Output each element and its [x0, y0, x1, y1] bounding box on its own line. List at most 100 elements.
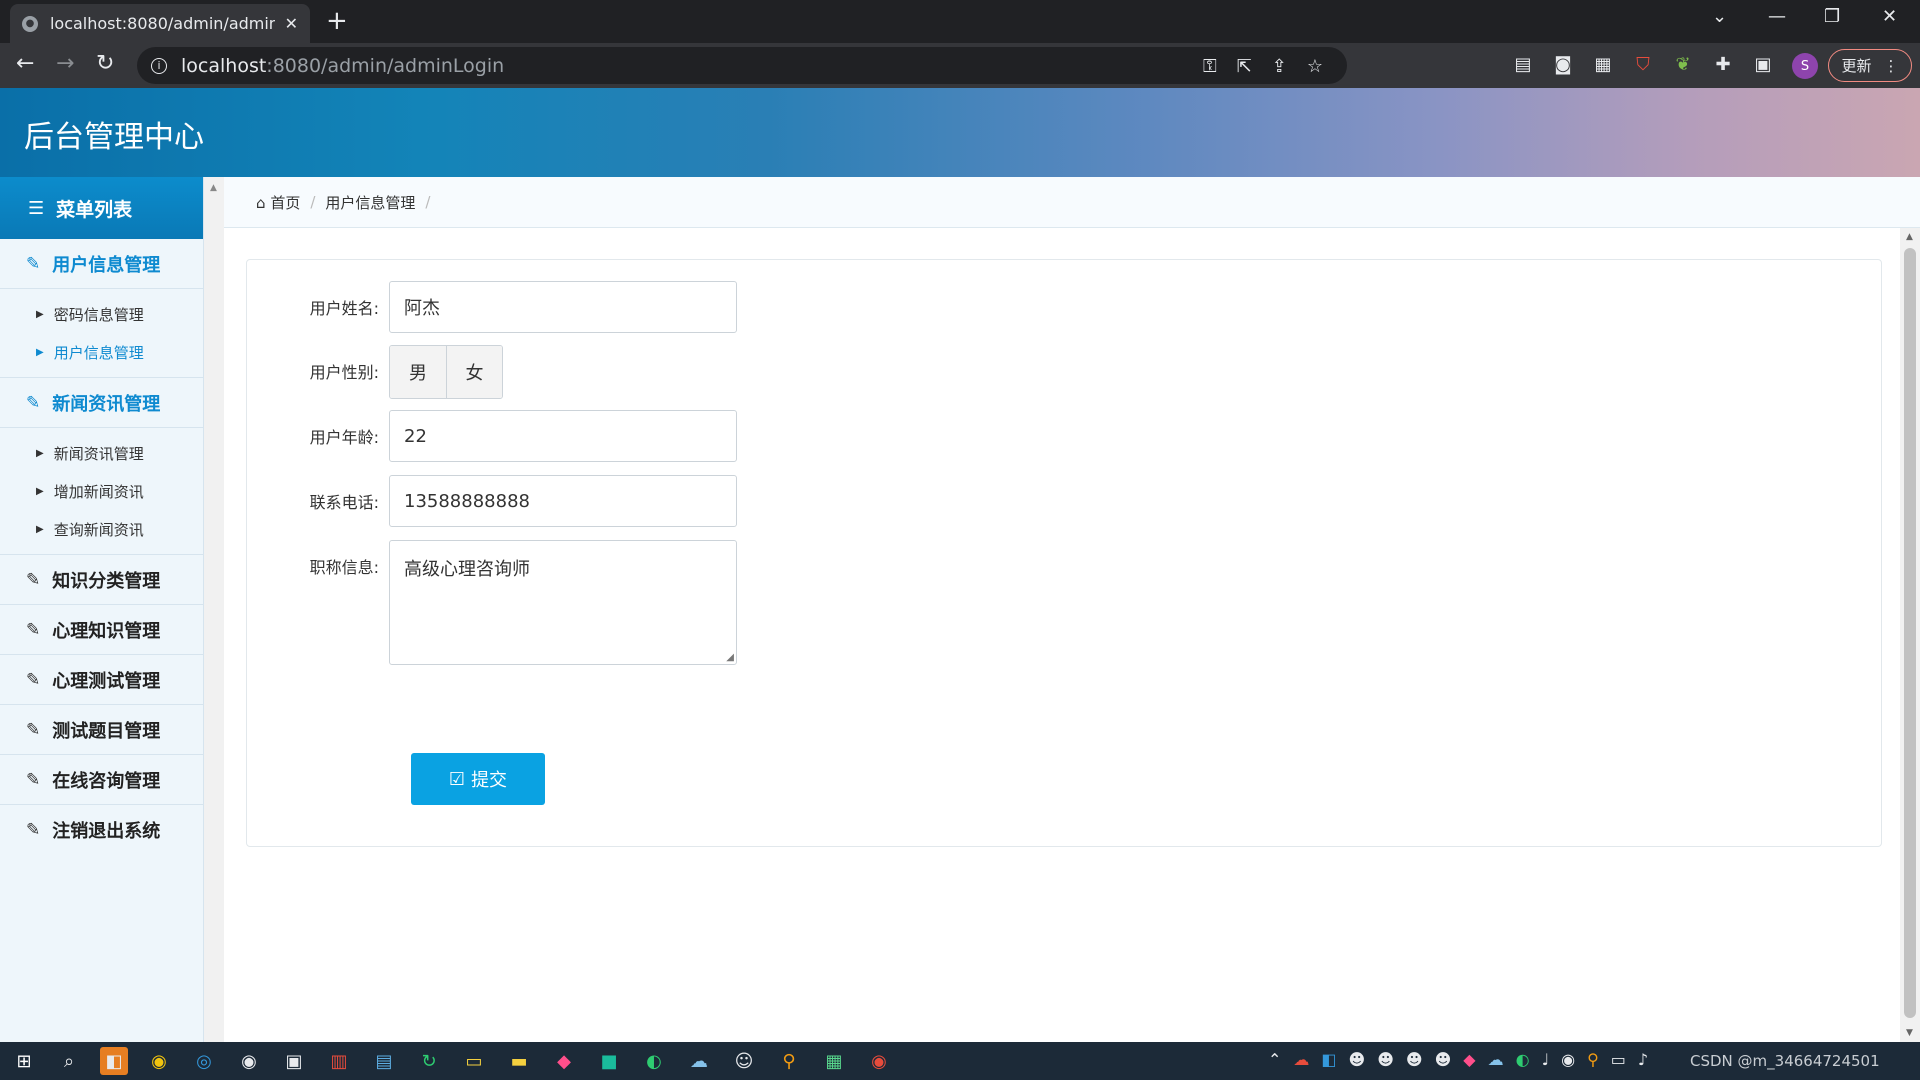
tray-app-icon[interactable]: ◧: [1321, 1050, 1336, 1069]
scroll-down-arrow-icon[interactable]: ▼: [1906, 1028, 1913, 1038]
scroll-up-arrow-icon[interactable]: ▲: [1906, 232, 1913, 242]
open-external-icon[interactable]: ⇱: [1237, 56, 1252, 77]
sidebar-group-title[interactable]: ✎ 心理知识管理: [0, 605, 203, 654]
app-cloud-icon[interactable]: ☁: [685, 1047, 713, 1075]
sidebar-group-title[interactable]: ✎ 在线咨询管理: [0, 755, 203, 804]
wechat-icon[interactable]: ◐: [640, 1047, 668, 1075]
tray-wechat-icon[interactable]: ◐: [1516, 1050, 1530, 1069]
extension-chat-icon[interactable]: ▤: [1512, 53, 1534, 75]
sidebar-item-news-query[interactable]: ▶ 查询新闻资讯: [0, 510, 203, 548]
resize-grip-icon[interactable]: ◢: [726, 652, 734, 663]
form-row-phone: 联系电话: 13588888888: [247, 475, 737, 527]
sidebar-group-title[interactable]: ✎ 注销退出系统: [0, 805, 203, 854]
image-app-icon[interactable]: ▦: [820, 1047, 848, 1075]
avatar-icon[interactable]: ☺: [730, 1047, 758, 1075]
gender-female-button[interactable]: 女: [446, 346, 502, 398]
sidebar-item-user-info[interactable]: ▶ 用户信息管理: [0, 333, 203, 371]
extension-camera-icon[interactable]: ◙: [1552, 53, 1574, 75]
profile-avatar[interactable]: S: [1792, 53, 1818, 79]
tab-search-icon[interactable]: ⌄: [1712, 6, 1727, 27]
sidebar-group-title[interactable]: ✎ 心理测试管理: [0, 655, 203, 704]
extension-image-icon[interactable]: ▦: [1592, 53, 1614, 75]
age-input[interactable]: 22: [389, 410, 737, 462]
sidebar-group-online-consult: ✎ 在线咨询管理: [0, 755, 203, 805]
tray-qq-icon[interactable]: ☻: [1349, 1050, 1366, 1069]
app-pink-icon[interactable]: ◆: [550, 1047, 578, 1075]
app-red-icon[interactable]: ▥: [325, 1047, 353, 1075]
sidebar-group-title[interactable]: ✎ 测试题目管理: [0, 705, 203, 754]
more-menu-icon[interactable]: ⋮: [1884, 57, 1899, 75]
breadcrumb-home[interactable]: ⌂ 首页: [256, 192, 300, 213]
name-label: 用户姓名:: [309, 299, 379, 318]
tray-search-icon[interactable]: ⚲: [1587, 1050, 1599, 1069]
back-icon[interactable]: ←: [16, 51, 34, 76]
new-tab-button[interactable]: +: [326, 8, 348, 34]
gender-male-button[interactable]: 男: [390, 346, 446, 398]
browser-icon[interactable]: ◎: [190, 1047, 218, 1075]
sidebar-item-password[interactable]: ▶ 密码信息管理: [0, 295, 203, 333]
search-tool-icon[interactable]: ⚲: [775, 1047, 803, 1075]
close-tab-icon[interactable]: ✕: [285, 14, 298, 33]
sidebar-item-news-add[interactable]: ▶ 增加新闻资讯: [0, 472, 203, 510]
main-scrollbar[interactable]: ▲ ▼: [1900, 228, 1920, 1042]
site-info-icon[interactable]: i: [151, 57, 167, 74]
tray-expand-icon[interactable]: ⌃: [1268, 1050, 1281, 1069]
chrome-icon[interactable]: ◉: [145, 1047, 173, 1075]
app-blue-icon[interactable]: ▤: [370, 1047, 398, 1075]
browser-tab[interactable]: ● localhost:8080/admin/adminL ✕: [10, 4, 310, 43]
sidebar-scrollbar[interactable]: ▲: [204, 177, 224, 1042]
restore-icon[interactable]: ❐: [1824, 6, 1840, 27]
share-icon[interactable]: ⇪: [1272, 56, 1287, 77]
update-button[interactable]: 更新 ⋮: [1828, 49, 1912, 82]
job-title-textarea[interactable]: 高级心理咨询师 ◢: [389, 540, 737, 665]
record-icon[interactable]: ◉: [235, 1047, 263, 1075]
sidebar-group-title[interactable]: ✎ 新闻资讯管理: [0, 378, 203, 427]
app-teal-icon[interactable]: ■: [595, 1047, 623, 1075]
address-bar[interactable]: i localhost:8080/admin/adminLogin ⚿ ⇱ ⇪ …: [137, 47, 1347, 84]
sidebar-group-label: 在线咨询管理: [52, 770, 161, 792]
form-row-gender: 用户性别: 男 女: [247, 345, 503, 399]
scrollbar-thumb[interactable]: [1904, 248, 1916, 1018]
recorder-icon[interactable]: ◉: [865, 1047, 893, 1075]
sidebar-group-title[interactable]: ✎ 知识分类管理: [0, 555, 203, 604]
tray-pink-icon[interactable]: ◆: [1463, 1050, 1475, 1069]
refresh-app-icon[interactable]: ↻: [415, 1047, 443, 1075]
list-icon: ☰: [28, 197, 45, 219]
submit-button[interactable]: ☑ 提交: [411, 753, 545, 805]
app-icon[interactable]: ◧: [100, 1047, 128, 1075]
app-header: 后台管理中心: [0, 88, 1920, 177]
sidebar-group-title[interactable]: ✎ 用户信息管理: [0, 239, 203, 288]
minimize-icon[interactable]: —: [1768, 6, 1786, 27]
volume-icon[interactable]: ♪: [1638, 1050, 1648, 1069]
extensions-puzzle-icon[interactable]: ✚: [1712, 53, 1734, 75]
extension-shield-icon[interactable]: ⛉: [1632, 53, 1654, 75]
search-icon[interactable]: ⌕: [55, 1047, 83, 1075]
microphone-icon[interactable]: ♩: [1542, 1050, 1550, 1069]
forward-icon[interactable]: →: [56, 51, 74, 76]
phone-input[interactable]: 13588888888: [389, 475, 737, 527]
tray-qq-icon[interactable]: ☻: [1435, 1050, 1452, 1069]
window-icon[interactable]: ▣: [280, 1047, 308, 1075]
tray-qq-icon[interactable]: ☻: [1406, 1050, 1423, 1069]
network-icon[interactable]: ▭: [1611, 1050, 1626, 1069]
side-panel-icon[interactable]: ▣: [1752, 53, 1774, 75]
caret-right-icon: ▶: [36, 447, 44, 459]
window-close-icon[interactable]: ✕: [1882, 6, 1897, 27]
windows-start-icon[interactable]: ⊞: [10, 1047, 38, 1075]
files-icon[interactable]: ▬: [505, 1047, 533, 1075]
tray-qq-icon[interactable]: ☻: [1377, 1050, 1394, 1069]
tray-cloud-icon[interactable]: ☁: [1293, 1050, 1309, 1069]
tray-cloud2-icon[interactable]: ☁: [1488, 1050, 1504, 1069]
extension-leaf-icon[interactable]: ❦: [1672, 53, 1694, 75]
folder-icon[interactable]: ▭: [460, 1047, 488, 1075]
edit-icon: ✎: [26, 819, 41, 840]
reload-icon[interactable]: ↻: [96, 51, 114, 76]
scroll-up-arrow-icon[interactable]: ▲: [210, 183, 217, 193]
breadcrumb-current[interactable]: 用户信息管理: [325, 192, 415, 213]
submenu: ▶ 密码信息管理 ▶ 用户信息管理: [0, 288, 203, 377]
sidebar-item-news-manage[interactable]: ▶ 新闻资讯管理: [0, 434, 203, 472]
name-input[interactable]: 阿杰: [389, 281, 737, 333]
bookmark-star-icon[interactable]: ☆: [1307, 56, 1323, 77]
tray-record-icon[interactable]: ◉: [1561, 1050, 1575, 1069]
key-icon[interactable]: ⚿: [1203, 56, 1217, 77]
